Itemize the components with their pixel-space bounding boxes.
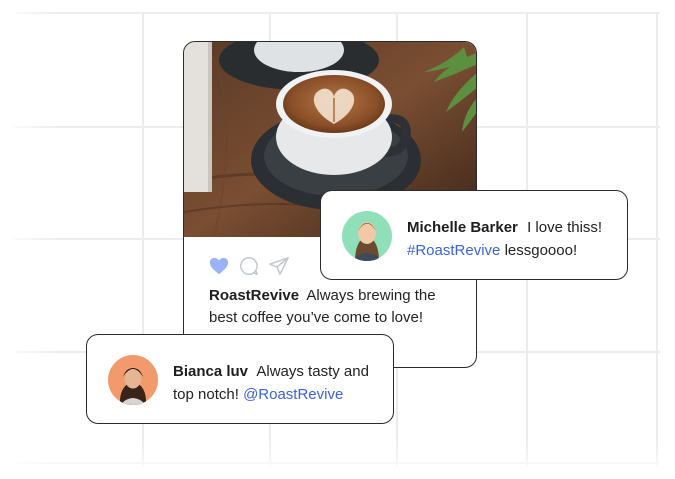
send-icon[interactable] xyxy=(268,255,290,277)
comment-text-after: lessgoooo! xyxy=(504,242,578,259)
post-caption: RoastRevive Always brewing the best coff… xyxy=(209,285,459,329)
hashtag-link[interactable]: #RoastRevive xyxy=(407,242,500,259)
avatar[interactable] xyxy=(108,355,158,405)
post-actions xyxy=(208,255,290,277)
comment-author[interactable]: Michelle Barker xyxy=(407,219,518,236)
comment-body: Bianca luv Always tasty and top notch! @… xyxy=(173,360,385,406)
comment-body: Michelle Barker I love thiss! #RoastRevi… xyxy=(407,216,619,262)
heart-icon[interactable] xyxy=(208,255,230,277)
comment-text: I love thiss! xyxy=(527,219,603,236)
comment-bubble-icon[interactable] xyxy=(238,255,260,277)
comment-card-michelle: Michelle Barker I love thiss! #RoastRevi… xyxy=(320,190,628,280)
mention-link[interactable]: @RoastRevive xyxy=(243,386,343,403)
post-username[interactable]: RoastRevive xyxy=(209,287,299,304)
avatar[interactable] xyxy=(342,211,392,261)
comment-author[interactable]: Bianca luv xyxy=(173,363,248,380)
comment-card-bianca: Bianca luv Always tasty and top notch! @… xyxy=(86,334,394,424)
